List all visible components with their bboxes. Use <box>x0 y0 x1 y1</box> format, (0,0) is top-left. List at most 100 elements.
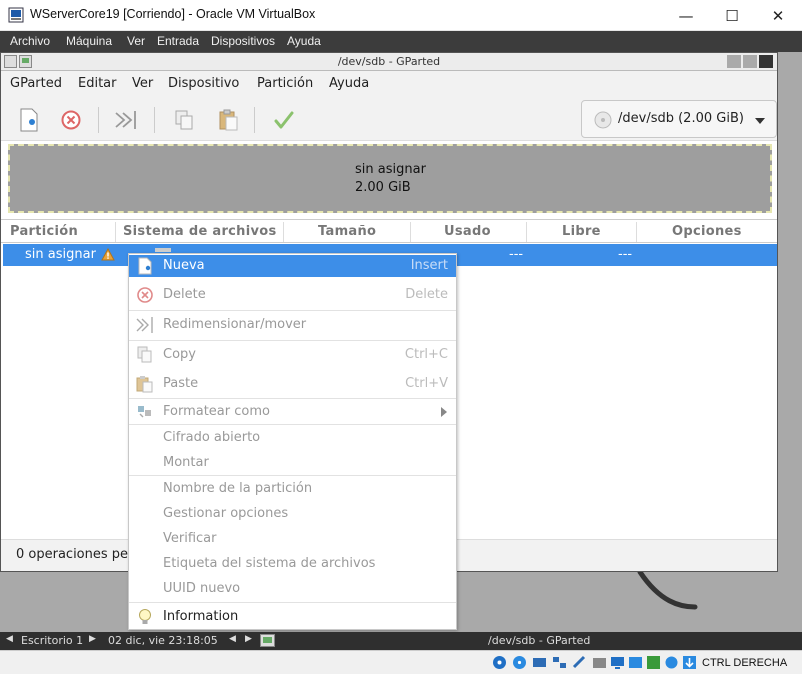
row-free: --- <box>618 247 633 262</box>
menu-dispositivo[interactable]: Dispositivo <box>168 76 239 91</box>
menu-separator <box>129 602 456 603</box>
menu-item-delete[interactable]: Delete Delete <box>129 284 456 306</box>
menu-item-label: Verificar <box>163 531 217 546</box>
menu-ver[interactable]: Ver <box>132 76 153 91</box>
network-icon[interactable] <box>552 655 567 670</box>
partition-map[interactable]: sin asignar 2.00 GiB <box>8 144 772 213</box>
dropdown-arrow-icon <box>755 118 765 124</box>
pending-operations-text: 0 operaciones pe <box>16 547 129 562</box>
menu-separator <box>129 475 456 476</box>
menu-item-label: Formatear como <box>163 404 270 419</box>
menu-item-montar[interactable]: Montar <box>129 452 456 474</box>
menu-item-label: Nombre de la partición <box>163 481 313 496</box>
menu-item-redimensionar-mover[interactable]: Redimensionar/mover <box>129 314 456 336</box>
vbox-menu-bar: Archivo Máquina Ver Entrada Dispositivos… <box>0 31 802 52</box>
menu-item-cifrado-abierto[interactable]: Cifrado abierto <box>129 427 456 449</box>
menu-item-gestionar-opciones[interactable]: Gestionar opciones <box>129 503 456 525</box>
menu-item-information[interactable]: Information <box>129 606 456 628</box>
menu-particion[interactable]: Partición <box>257 76 313 91</box>
format-icon <box>138 406 151 418</box>
lightbulb-icon <box>139 609 151 624</box>
maximize-button[interactable]: ☐ <box>709 0 755 31</box>
column-divider <box>283 222 284 242</box>
gparted-task-icon[interactable] <box>260 634 275 647</box>
guest-taskbar: ◀ Escritorio 1 ▶ 02 dic, vie 23:18:05 ◀ … <box>0 632 802 650</box>
menu-item-etiqueta-del-sistema-de-archivos[interactable]: Etiqueta del sistema de archivos <box>129 553 456 575</box>
menu-item-accel: Delete <box>405 287 448 302</box>
keyboard-capture-icon[interactable] <box>682 655 697 670</box>
menu-ayuda[interactable]: Ayuda <box>329 76 369 91</box>
menu-item-label: Redimensionar/mover <box>163 317 307 332</box>
vbox-menu-ayuda[interactable]: Ayuda <box>287 34 321 48</box>
vbox-menu-dispositivos[interactable]: Dispositivos <box>211 34 275 48</box>
disk-icon <box>594 111 612 129</box>
menu-editar[interactable]: Editar <box>78 76 117 91</box>
new-document-icon <box>138 257 152 275</box>
new-partition-button[interactable] <box>14 105 44 135</box>
taskbar-window-title[interactable]: /dev/sdb - GParted <box>488 634 590 647</box>
column-opciones[interactable]: Opciones <box>672 224 742 239</box>
host-key-label: CTRL DERECHA <box>702 657 788 669</box>
gparted-toolbar: /dev/sdb (2.00 GiB) <box>1 97 777 141</box>
device-selector-label: /dev/sdb (2.00 GiB) <box>618 111 744 126</box>
toolbar-separator <box>98 107 99 133</box>
cpu-icon[interactable] <box>664 655 679 670</box>
menu-item-copy[interactable]: Copy Ctrl+C <box>129 344 456 366</box>
menu-item-nombre-de-la-particion[interactable]: Nombre de la partición <box>129 478 456 500</box>
menu-item-accel: Ctrl+C <box>404 347 448 362</box>
delete-partition-button[interactable] <box>56 105 86 135</box>
menu-gparted[interactable]: GParted <box>10 76 62 91</box>
column-usado[interactable]: Usado <box>444 224 491 239</box>
shared-folders-icon[interactable] <box>592 655 607 670</box>
paste-button[interactable] <box>214 105 244 135</box>
usb-icon[interactable] <box>572 655 587 670</box>
delete-icon <box>137 287 153 303</box>
menu-item-label: Paste <box>163 376 199 391</box>
next-icon[interactable]: ▶ <box>245 634 252 644</box>
column-tamano[interactable]: Tamaño <box>318 224 376 239</box>
prev-desktop-icon[interactable]: ◀ <box>6 634 13 644</box>
vbox-menu-entrada[interactable]: Entrada <box>157 34 199 48</box>
column-libre[interactable]: Libre <box>562 224 601 239</box>
checkmark-icon <box>274 111 294 129</box>
display-icon[interactable] <box>610 655 625 670</box>
minimize-button[interactable]: — <box>663 0 709 31</box>
guest-additions-icon[interactable] <box>646 655 661 670</box>
next-desktop-icon[interactable]: ▶ <box>89 634 96 644</box>
menu-item-label: Gestionar opciones <box>163 506 289 521</box>
window-controls-icon[interactable] <box>727 55 775 68</box>
hard-disk-icon[interactable] <box>492 655 507 670</box>
vbox-menu-archivo[interactable]: Archivo <box>10 34 50 48</box>
vbox-menu-ver[interactable]: Ver <box>127 34 145 48</box>
copy-button[interactable] <box>169 105 199 135</box>
vbox-window-title: WServerCore19 [Corriendo] - Oracle VM Vi… <box>30 7 316 21</box>
vbox-menu-maquina[interactable]: Máquina <box>66 34 112 48</box>
apply-button[interactable] <box>269 105 299 135</box>
menu-item-accel: Insert <box>410 258 448 273</box>
resize-icon <box>136 317 153 333</box>
menu-item-label: Copy <box>163 347 196 362</box>
close-button[interactable]: ✕ <box>755 0 801 31</box>
menu-item-label: Etiqueta del sistema de archivos <box>163 556 376 571</box>
gparted-menu-bar: GParted Editar Ver Dispositivo Partición… <box>1 71 777 97</box>
menu-item-label: UUID nuevo <box>163 581 241 596</box>
menu-item-uuid-nuevo[interactable]: UUID nuevo <box>129 578 456 600</box>
device-selector[interactable]: /dev/sdb (2.00 GiB) <box>581 100 777 138</box>
menu-item-formatear-como[interactable]: Formatear como <box>129 401 456 423</box>
video-capture-icon[interactable] <box>628 655 643 670</box>
partition-map-label: sin asignar <box>355 162 426 177</box>
menu-item-verificar[interactable]: Verificar <box>129 528 456 550</box>
menu-item-paste[interactable]: Paste Ctrl+V <box>129 373 456 395</box>
resize-move-button[interactable] <box>111 105 141 135</box>
column-sistema-de-archivos[interactable]: Sistema de archivos <box>123 224 277 239</box>
column-particion[interactable]: Partición <box>10 224 78 239</box>
prev-icon[interactable]: ◀ <box>229 634 236 644</box>
partition-map-size: 2.00 GiB <box>355 180 411 195</box>
audio-icon[interactable] <box>532 655 547 670</box>
partition-table-header: Partición Sistema de archivos Tamaño Usa… <box>1 219 777 243</box>
optical-drive-icon[interactable] <box>512 655 527 670</box>
desktop-name[interactable]: Escritorio 1 <box>21 634 83 647</box>
row-partition: sin asignar <box>25 247 96 262</box>
copy-icon <box>137 346 152 363</box>
menu-item-nueva[interactable]: Nueva Insert <box>129 255 456 277</box>
